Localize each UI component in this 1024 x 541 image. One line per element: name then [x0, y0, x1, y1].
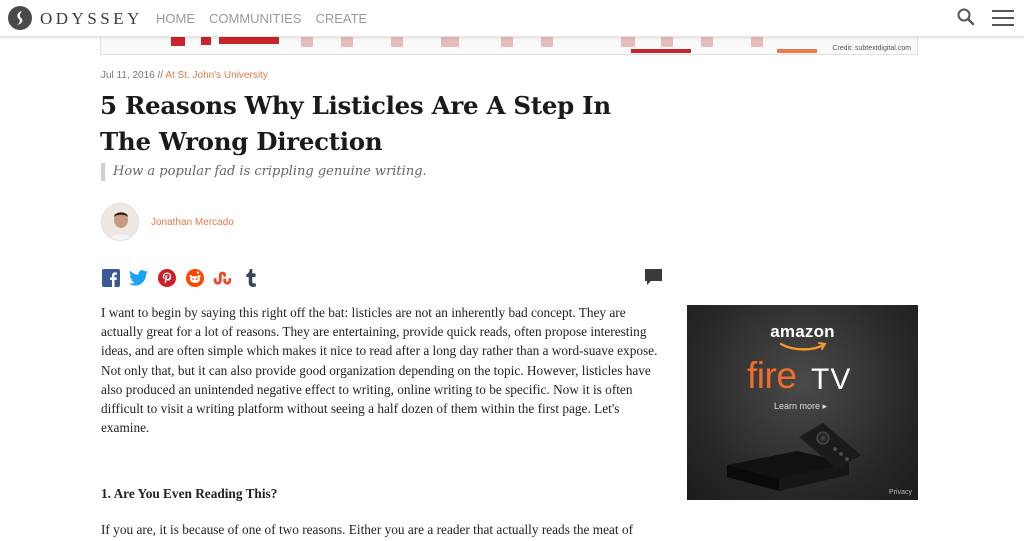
article-date: Jul 11, 2016 — [101, 70, 155, 81]
hero-image: Credit: subtextdigital.com — [100, 37, 918, 55]
article-meta: Jul 11, 2016 // At St. John's University — [101, 70, 268, 81]
meta-separator: // — [157, 70, 164, 81]
article-subtitle: How a popular fad is crippling genuine w… — [101, 163, 427, 181]
logo-wordmark[interactable]: ODYSSEY — [40, 9, 143, 29]
top-navigation-bar: ODYSSEY HOME COMMUNITIES CREATE — [0, 0, 1024, 37]
tumblr-icon[interactable] — [241, 268, 260, 287]
reddit-icon[interactable] — [185, 268, 204, 287]
amazon-smile-icon — [779, 342, 827, 351]
amazon-fire-tv-ad[interactable]: amazon fire TV Learn more ▸ Privacy — [687, 305, 918, 500]
stumbleupon-icon[interactable] — [213, 268, 232, 287]
section-heading: 1. Are You Even Reading This? — [101, 486, 278, 501]
school-link[interactable]: At St. John's University — [165, 70, 268, 81]
author-avatar[interactable] — [101, 203, 139, 241]
image-credit: Credit: subtextdigital.com — [832, 45, 911, 52]
facebook-icon[interactable] — [101, 268, 120, 287]
fire-tv-device-image — [727, 423, 861, 491]
ad-product-fire: fire — [747, 355, 797, 396]
pinterest-icon[interactable] — [157, 268, 176, 287]
nav-create-link[interactable]: CREATE — [315, 11, 367, 26]
nav-communities-link[interactable]: COMMUNITIES — [209, 11, 301, 26]
ad-learn-more[interactable]: Learn more ▸ — [774, 401, 827, 412]
article-title: 5 Reasons Why Listicles Are A Step In Th… — [100, 91, 611, 156]
ad-product-tv: TV — [811, 363, 852, 396]
article-paragraph: I want to begin by saying this right off… — [101, 305, 658, 436]
author-name-link[interactable]: Jonathan Mercado — [151, 217, 234, 228]
odyssey-logo-icon[interactable] — [8, 6, 32, 30]
share-bar — [101, 268, 260, 287]
search-icon[interactable] — [956, 7, 976, 27]
comment-icon[interactable] — [644, 268, 663, 287]
article-paragraph: If you are, it is because of one of two … — [101, 522, 634, 537]
ad-brand: amazon — [770, 322, 835, 341]
main-nav: HOME COMMUNITIES CREATE — [156, 11, 367, 26]
nav-home-link[interactable]: HOME — [156, 11, 195, 26]
twitter-icon[interactable] — [129, 268, 148, 287]
author-block: Jonathan Mercado — [101, 203, 234, 241]
ad-privacy-link[interactable]: Privacy — [889, 489, 912, 496]
hamburger-menu-icon[interactable] — [991, 9, 1015, 27]
